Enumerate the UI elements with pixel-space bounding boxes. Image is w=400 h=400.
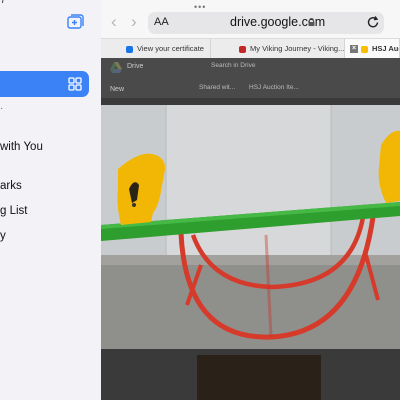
drive-logo-icon [110, 62, 122, 73]
tab-label: My Viking Journey - Viking... [250, 44, 345, 53]
sidebar-item-bookmarks[interactable]: arks [0, 180, 22, 192]
sidebar-top-text: 7 [0, 0, 7, 6]
forward-button[interactable]: › [131, 12, 137, 32]
sidebar-item-history[interactable]: y [0, 230, 6, 242]
address-bar[interactable]: AA drive.google.com [148, 12, 384, 34]
tab-label: View your certificate [137, 44, 204, 53]
tab-hsj-auction[interactable]: × HSJ Auctio [345, 39, 400, 58]
back-button[interactable]: ‹ [111, 12, 117, 32]
reload-icon[interactable] [366, 14, 380, 30]
drive-favicon-icon [361, 45, 368, 53]
sidebar-item-reading-list[interactable]: g List [0, 205, 28, 217]
drive-app-name: Drive [127, 63, 144, 70]
drive-file-viewer: Drive Search in Drive New Shared wit... … [101, 58, 400, 400]
sidebar-partial-mark: · [0, 103, 4, 114]
breadcrumb-folder[interactable]: HSJ Auction Ite... [249, 84, 299, 91]
lock-icon [308, 18, 315, 26]
close-tab-icon[interactable]: × [350, 45, 358, 54]
multitasking-handle[interactable]: ••• [194, 2, 206, 12]
sidebar-item-shared-with-you[interactable]: with You [0, 141, 43, 153]
sidebar-item-tab-overview[interactable] [0, 71, 89, 97]
text-size-button[interactable]: AA [154, 16, 169, 28]
drive-search-input[interactable]: Search in Drive [211, 62, 255, 69]
tab-viking-journey[interactable]: My Viking Journey - Viking... [211, 39, 345, 58]
new-tab-group-icon[interactable] [67, 14, 85, 30]
breadcrumb-shared[interactable]: Shared wit... [199, 84, 235, 91]
certificate-favicon-icon [126, 45, 133, 53]
tab-label: HSJ Auctio [372, 44, 399, 53]
drive-new-button[interactable]: New [110, 86, 124, 93]
tab-bar: View your certificate My Viking Journey … [101, 38, 400, 59]
drive-header: Drive Search in Drive New Shared wit... … [101, 58, 400, 98]
browser-sidebar: 7 · with You arks g List y [0, 0, 102, 400]
browser-toolbar: ••• ‹ › AA drive.google.com View your ce… [101, 0, 400, 59]
grid-icon [68, 77, 82, 91]
viking-favicon-icon [239, 45, 246, 53]
tab-view-certificate[interactable]: View your certificate [101, 39, 211, 58]
photo-teeter-totter[interactable] [101, 105, 400, 349]
thumbnail-strip[interactable] [197, 355, 321, 400]
